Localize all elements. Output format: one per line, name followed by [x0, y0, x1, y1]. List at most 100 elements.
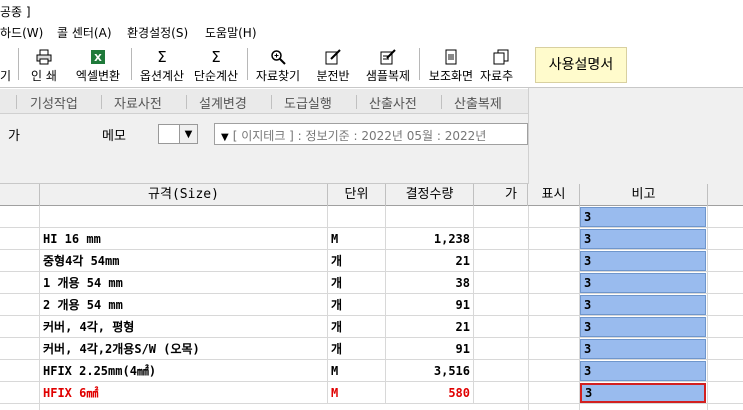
copy-icon: [492, 48, 510, 66]
remark-cell[interactable]: 3: [580, 229, 706, 249]
sub-screen-button[interactable]: 보조화면: [424, 46, 478, 86]
user-manual-button[interactable]: 사용설명서: [535, 47, 627, 83]
header-partial[interactable]: 가: [474, 184, 528, 206]
tab-calc-dictionary[interactable]: 산출사전: [369, 93, 417, 112]
memo-label: 메모: [102, 129, 126, 144]
memo-color-swatch[interactable]: [158, 124, 180, 144]
unit-cell[interactable]: M: [328, 228, 386, 250]
menu-help[interactable]: 도움말(H): [205, 24, 257, 41]
tab-progress-work[interactable]: 기성작업: [30, 93, 78, 112]
add-data-button[interactable]: 자료추: [480, 46, 522, 86]
price-info-combo[interactable]: ▼[ 이지테크 ] : 정보기준 : 2022년 05월 : 2022년: [214, 123, 528, 145]
table-row[interactable]: 3: [528, 338, 743, 360]
unit-cell[interactable]: [328, 206, 386, 228]
table-row[interactable]: 1 개용 54 mm 개 38: [0, 272, 528, 294]
header-unit[interactable]: 단위: [328, 184, 386, 206]
remark-cell[interactable]: 3: [580, 273, 706, 293]
menu-wizard[interactable]: 하드(W): [0, 24, 43, 41]
table-row[interactable]: 3: [528, 250, 743, 272]
unit-cell[interactable]: 개: [328, 294, 386, 316]
qty-cell[interactable]: 21: [386, 250, 474, 272]
toolbar-separator: [419, 48, 420, 80]
grid-header-right: 표시 비고: [528, 184, 743, 206]
menu-settings[interactable]: 환경설정(S): [127, 24, 188, 41]
tab-data-dictionary[interactable]: 자료사전: [114, 93, 162, 112]
table-row[interactable]: HFIX 2.25mm(4㎟) M 3,516: [0, 360, 528, 382]
unit-cell[interactable]: M: [328, 360, 386, 382]
remark-cell[interactable]: 3: [580, 295, 706, 315]
table-row[interactable]: 커버, 4각, 평형 개 21: [0, 316, 528, 338]
unit-cell[interactable]: 개: [328, 316, 386, 338]
qty-cell[interactable]: 3,516: [386, 360, 474, 382]
table-row[interactable]: 3: [528, 294, 743, 316]
excel-icon: X: [89, 48, 107, 66]
spec-cell[interactable]: 커버, 4각, 평형: [40, 316, 328, 338]
spec-cell[interactable]: 커버, 4각,2개용S/W (오목): [40, 338, 328, 360]
tab-calc-copy[interactable]: 산출복제: [454, 93, 502, 112]
qty-cell[interactable]: 21: [386, 316, 474, 338]
table-row[interactable]: 중형4각 54mm 개 21: [0, 250, 528, 272]
qty-cell[interactable]: 580: [386, 382, 474, 404]
table-row[interactable]: HI 16 mm M 1,238: [0, 228, 528, 250]
header-display[interactable]: 표시: [528, 184, 580, 206]
table-row[interactable]: [0, 206, 528, 228]
table-row[interactable]: 커버, 4각,2개용S/W (오목) 개 91: [0, 338, 528, 360]
tab-design-change[interactable]: 설계변경: [199, 93, 247, 112]
sample-copy-button[interactable]: 샘플복제: [362, 46, 414, 86]
tab-contract-execution[interactable]: 도급실행: [284, 93, 332, 112]
menu-call-center[interactable]: 콜 센터(A): [57, 24, 112, 41]
qty-cell[interactable]: [386, 206, 474, 228]
unit-cell[interactable]: 개: [328, 338, 386, 360]
option-calc-button[interactable]: Σ 옵션계산: [135, 46, 189, 86]
main-grid: HI 16 mm M 1,238 중형4각 54mm 개 21 1 개용 54 …: [0, 206, 528, 410]
qty-cell[interactable]: 38: [386, 272, 474, 294]
header-spec[interactable]: 규격(Size): [40, 184, 328, 206]
distribution-panel-button[interactable]: 분전반: [308, 46, 358, 86]
dropdown-arrow-icon: ▼: [221, 132, 229, 143]
unit-cell[interactable]: 개: [328, 250, 386, 272]
price-info-text: [ 이지테크 ] : 정보기준 : 2022년 05월 : 2022년: [232, 129, 487, 143]
table-row[interactable]: 3: [528, 316, 743, 338]
tab-separator: [356, 95, 357, 109]
spec-cell[interactable]: 2 개용 54 mm: [40, 294, 328, 316]
simple-calc-button[interactable]: Σ 단순계산: [189, 46, 243, 86]
remark-cell[interactable]: 3: [580, 251, 706, 271]
spec-cell[interactable]: [40, 206, 328, 228]
chevron-down-icon[interactable]: ▼: [180, 124, 198, 144]
table-row[interactable]: 3: [528, 272, 743, 294]
header-remark[interactable]: 비고: [580, 184, 708, 206]
table-row[interactable]: 3: [528, 382, 743, 404]
remark-cell-selected[interactable]: 3: [580, 383, 706, 403]
title-bar: 공종 ]: [0, 0, 743, 22]
remark-grid: 3 3 3 3 3 3 3 3 3: [528, 206, 743, 410]
spec-cell[interactable]: 중형4각 54mm: [40, 250, 328, 272]
remark-cell[interactable]: 3: [580, 207, 706, 227]
unit-cell[interactable]: M: [328, 382, 386, 404]
print-button[interactable]: 인 쇄: [24, 46, 64, 86]
table-row[interactable]: 2 개용 54 mm 개 91: [0, 294, 528, 316]
spec-cell[interactable]: HFIX 6㎟: [40, 382, 328, 404]
table-row[interactable]: 3: [528, 206, 743, 228]
remark-cell[interactable]: 3: [580, 317, 706, 337]
table-row[interactable]: 3: [528, 228, 743, 250]
find-data-button[interactable]: 자료찾기: [251, 46, 305, 86]
qty-cell[interactable]: 91: [386, 294, 474, 316]
toolbar-separator: [247, 48, 248, 80]
unit-cell[interactable]: 개: [328, 272, 386, 294]
remark-cell[interactable]: 3: [580, 339, 706, 359]
edit-icon: [379, 48, 397, 66]
tab-separator: [441, 95, 442, 109]
empty-toolbar-strip: [0, 151, 528, 184]
excel-export-button[interactable]: X 엑셀변환: [70, 46, 126, 86]
remark-cell[interactable]: 3: [580, 361, 706, 381]
toolbar-partial-button[interactable]: 기: [0, 46, 14, 86]
table-row[interactable]: HFIX 6㎟ M 580: [0, 382, 528, 404]
qty-cell[interactable]: 91: [386, 338, 474, 360]
window-title: 공종 ]: [0, 5, 31, 19]
spec-cell[interactable]: 1 개용 54 mm: [40, 272, 328, 294]
table-row[interactable]: 3: [528, 360, 743, 382]
header-qty[interactable]: 결정수량: [386, 184, 474, 206]
qty-cell[interactable]: 1,238: [386, 228, 474, 250]
spec-cell[interactable]: HFIX 2.25mm(4㎟): [40, 360, 328, 382]
spec-cell[interactable]: HI 16 mm: [40, 228, 328, 250]
